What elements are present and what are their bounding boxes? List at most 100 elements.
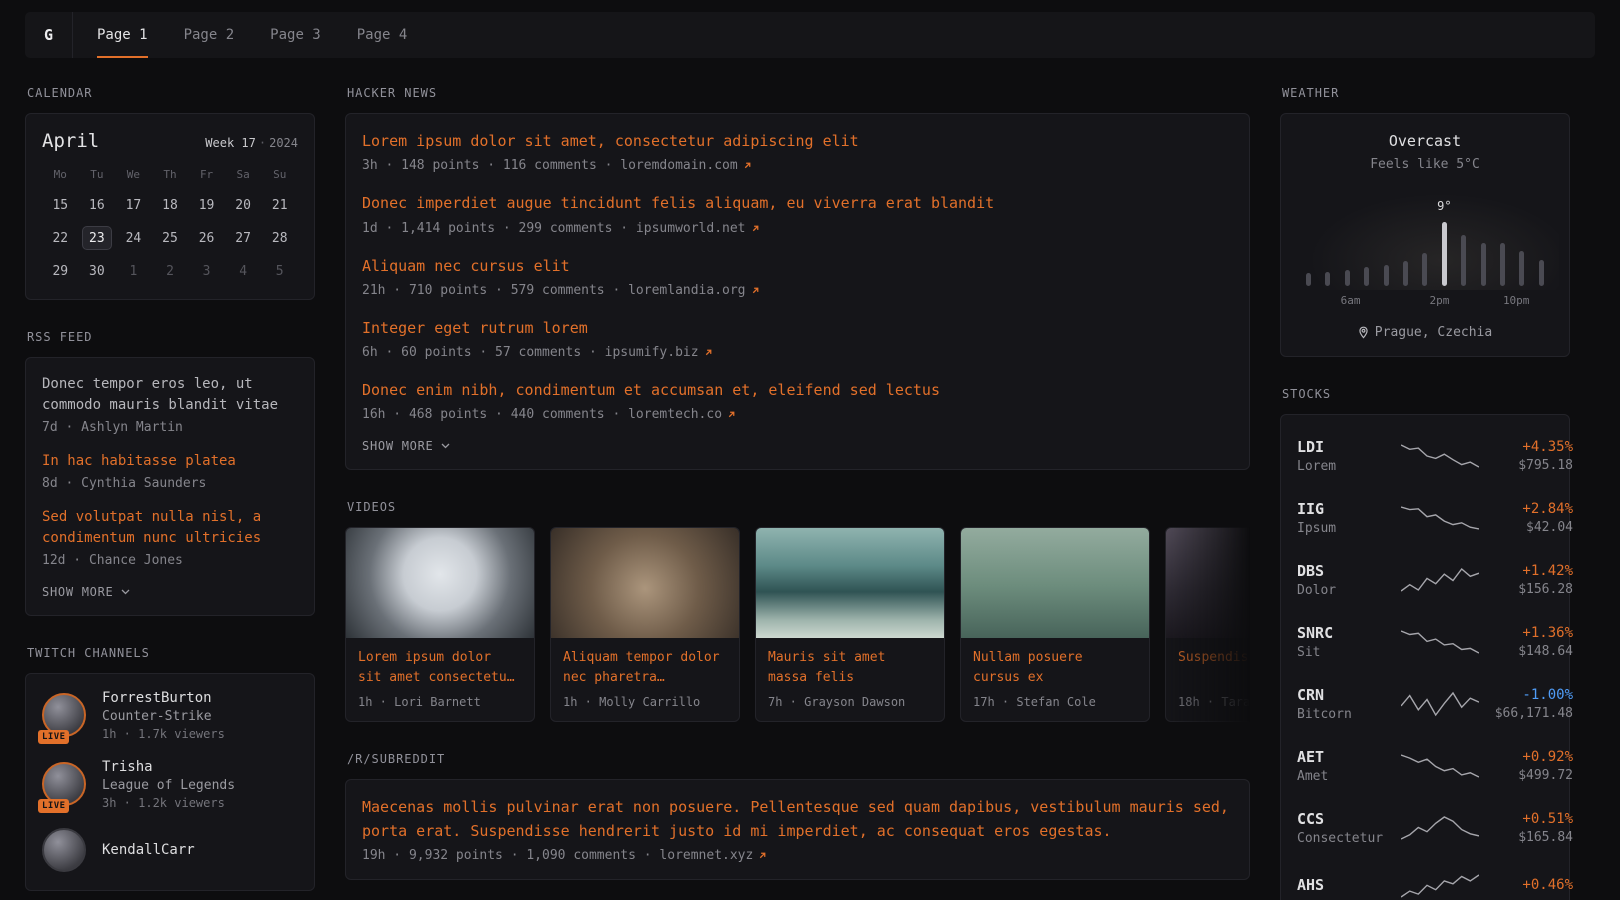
show-more-label: SHOW MORE	[362, 439, 434, 453]
stock-row[interactable]: CCS Consectetur +0.51% $165.84	[1297, 797, 1553, 859]
calendar-day: 21	[265, 193, 295, 217]
right-column: WEATHER Overcast Feels like 5°C 9° 6am 2…	[1280, 86, 1570, 900]
stock-row[interactable]: CRN Bitcorn -1.00% $66,171.48	[1297, 673, 1553, 735]
twitch-channel[interactable]: LIVE KendallCarr	[42, 828, 298, 874]
weather-location-text: Prague, Czechia	[1375, 325, 1492, 340]
video-title[interactable]: Suspendisse diam	[1178, 648, 1250, 687]
tab-page-3[interactable]: Page 3	[270, 12, 321, 58]
app-logo[interactable]: G	[25, 12, 73, 58]
twitch-channel[interactable]: LIVE Trisha League of Legends 3h · 1.2k …	[42, 759, 298, 810]
rss-item-title[interactable]: In hac habitasse platea	[42, 451, 298, 472]
calendar-day: 29	[45, 259, 75, 283]
stock-change: +0.92%	[1489, 749, 1573, 765]
stock-price: $795.18	[1489, 458, 1573, 473]
dashboard-grid: CALENDAR April Week 17·2024 Mo Tu We	[0, 58, 1620, 900]
stock-id: AET Amet	[1297, 748, 1391, 784]
stock-values: -1.00% $66,171.48	[1489, 687, 1573, 721]
stock-name: Dolor	[1297, 583, 1391, 598]
weather-bar	[1324, 272, 1331, 286]
twitch-channel[interactable]: LIVE ForrestBurton Counter-Strike 1h · 1…	[42, 690, 298, 741]
calendar-day: 2	[155, 259, 185, 283]
weather-time-label: 6am	[1341, 294, 1361, 307]
video-thumbnail[interactable]	[551, 528, 739, 638]
video-thumbnail[interactable]	[1166, 528, 1250, 638]
hn-show-more-button[interactable]: SHOW MORE	[362, 439, 1233, 453]
calendar-day: 18	[155, 193, 185, 217]
stock-values: +0.46%	[1489, 877, 1573, 896]
calendar-grid: Mo Tu We Th Fr Sa Su 15	[42, 168, 298, 283]
calendar-day: 3	[192, 259, 222, 283]
rss-item-title[interactable]: Donec tempor eros leo, ut commodo mauris…	[42, 374, 298, 416]
video-title[interactable]: Lorem ipsum dolor sit amet consectetu…	[358, 648, 522, 687]
calendar-day: 16	[82, 193, 112, 217]
rss-item-meta: 12d · Chance Jones	[42, 553, 298, 568]
hn-item-meta: 3h · 148 points · 116 comments · loremdo…	[362, 158, 1233, 173]
stock-values: +1.42% $156.28	[1489, 563, 1573, 597]
stock-row[interactable]: IIG Ipsum +2.84% $42.04	[1297, 487, 1553, 549]
stock-row[interactable]: SNRC Sit +1.36% $148.64	[1297, 611, 1553, 673]
video-card[interactable]: Nullam posuere cursus ex 17h · Stefan Co…	[960, 527, 1150, 722]
stock-row[interactable]: AET Amet +0.92% $499.72	[1297, 735, 1553, 797]
stock-values: +4.35% $795.18	[1489, 439, 1573, 473]
stock-row[interactable]: LDI Lorem +4.35% $795.18	[1297, 425, 1553, 487]
stock-row[interactable]: DBS Dolor +1.42% $156.28	[1297, 549, 1553, 611]
calendar-card: April Week 17·2024 Mo Tu We Th Fr	[25, 113, 315, 300]
hn-item: Integer eget rutrum lorem 6h · 60 points…	[362, 317, 1233, 360]
hn-item-title[interactable]: Donec enim nibh, condimentum et accumsan…	[362, 379, 1233, 402]
hn-item-meta: 1d · 1,414 points · 299 comments · ipsum…	[362, 221, 1233, 236]
video-thumbnail[interactable]	[346, 528, 534, 638]
subreddit-post-title[interactable]: Maecenas mollis pulvinar erat non posuer…	[362, 796, 1233, 843]
weather-feels-like: Feels like 5°C	[1297, 157, 1553, 172]
stocks-widget: STOCKS LDI Lorem +4.35% $795.18	[1280, 387, 1570, 900]
weather-bar	[1460, 235, 1467, 286]
hn-item-title[interactable]: Donec imperdiet augue tincidunt felis al…	[362, 192, 1233, 215]
stock-sparkline	[1401, 628, 1479, 656]
hn-item-title[interactable]: Integer eget rutrum lorem	[362, 317, 1233, 340]
rss-item: Sed volutpat nulla nisl, a condimentum n…	[42, 507, 298, 568]
tab-page-2[interactable]: Page 2	[184, 12, 235, 58]
weather-time-label: 2pm	[1429, 294, 1449, 307]
video-card[interactable]: Suspendisse diam 18h · Tara	[1165, 527, 1250, 722]
tab-page-1[interactable]: Page 1	[97, 12, 148, 58]
external-link-icon	[751, 224, 760, 233]
video-title[interactable]: Mauris sit amet massa felis	[768, 648, 932, 687]
hn-item-title[interactable]: Lorem ipsum dolor sit amet, consectetur …	[362, 130, 1233, 153]
video-card[interactable]: Mauris sit amet massa felis 7h · Grayson…	[755, 527, 945, 722]
calendar-day-of-week: Tu	[79, 168, 116, 184]
rss-item-meta: 7d · Ashlyn Martin	[42, 420, 298, 435]
video-meta: 18h · Tara	[1178, 695, 1250, 709]
calendar-day: 19	[192, 193, 222, 217]
calendar-year: 2024	[269, 136, 298, 150]
video-thumbnail[interactable]	[756, 528, 944, 638]
video-card[interactable]: Aliquam tempor dolor nec pharetra… 1h · …	[550, 527, 740, 722]
weather-bar	[1344, 270, 1351, 286]
video-title[interactable]: Nullam posuere cursus ex	[973, 648, 1137, 687]
video-card[interactable]: Lorem ipsum dolor sit amet consectetu… 1…	[345, 527, 535, 722]
stock-id: CRN Bitcorn	[1297, 686, 1391, 722]
rss-item-title[interactable]: Sed volutpat nulla nisl, a condimentum n…	[42, 507, 298, 549]
calendar-day: 24	[118, 226, 148, 250]
channel-game: Counter-Strike	[102, 709, 225, 724]
twitch-card: LIVE ForrestBurton Counter-Strike 1h · 1…	[25, 673, 315, 891]
video-thumbnail[interactable]	[961, 528, 1149, 638]
video-title[interactable]: Aliquam tempor dolor nec pharetra…	[563, 648, 727, 687]
weather-widget: WEATHER Overcast Feels like 5°C 9° 6am 2…	[1280, 86, 1570, 357]
calendar-day-of-week: Sa	[225, 168, 262, 184]
stock-change: +1.42%	[1489, 563, 1573, 579]
calendar-day: 20	[228, 193, 258, 217]
tab-page-4[interactable]: Page 4	[357, 12, 408, 58]
video-meta: 1h · Molly Carrillo	[563, 695, 727, 709]
left-column: CALENDAR April Week 17·2024 Mo Tu We	[25, 86, 315, 891]
calendar-day: 23	[82, 226, 112, 250]
stock-change: +4.35%	[1489, 439, 1573, 455]
stock-symbol: CRN	[1297, 686, 1391, 704]
weather-bar	[1518, 251, 1525, 286]
rss-show-more-button[interactable]: SHOW MORE	[42, 585, 298, 599]
stock-name: Lorem	[1297, 459, 1391, 474]
external-link-icon	[727, 410, 736, 419]
channel-name: Trisha	[102, 759, 235, 775]
stock-row[interactable]: AHS +0.46%	[1297, 859, 1553, 900]
calendar-day-of-week: Fr	[188, 168, 225, 184]
channel-info: Trisha League of Legends 3h · 1.2k viewe…	[102, 759, 235, 810]
hn-item-title[interactable]: Aliquam nec cursus elit	[362, 255, 1233, 278]
